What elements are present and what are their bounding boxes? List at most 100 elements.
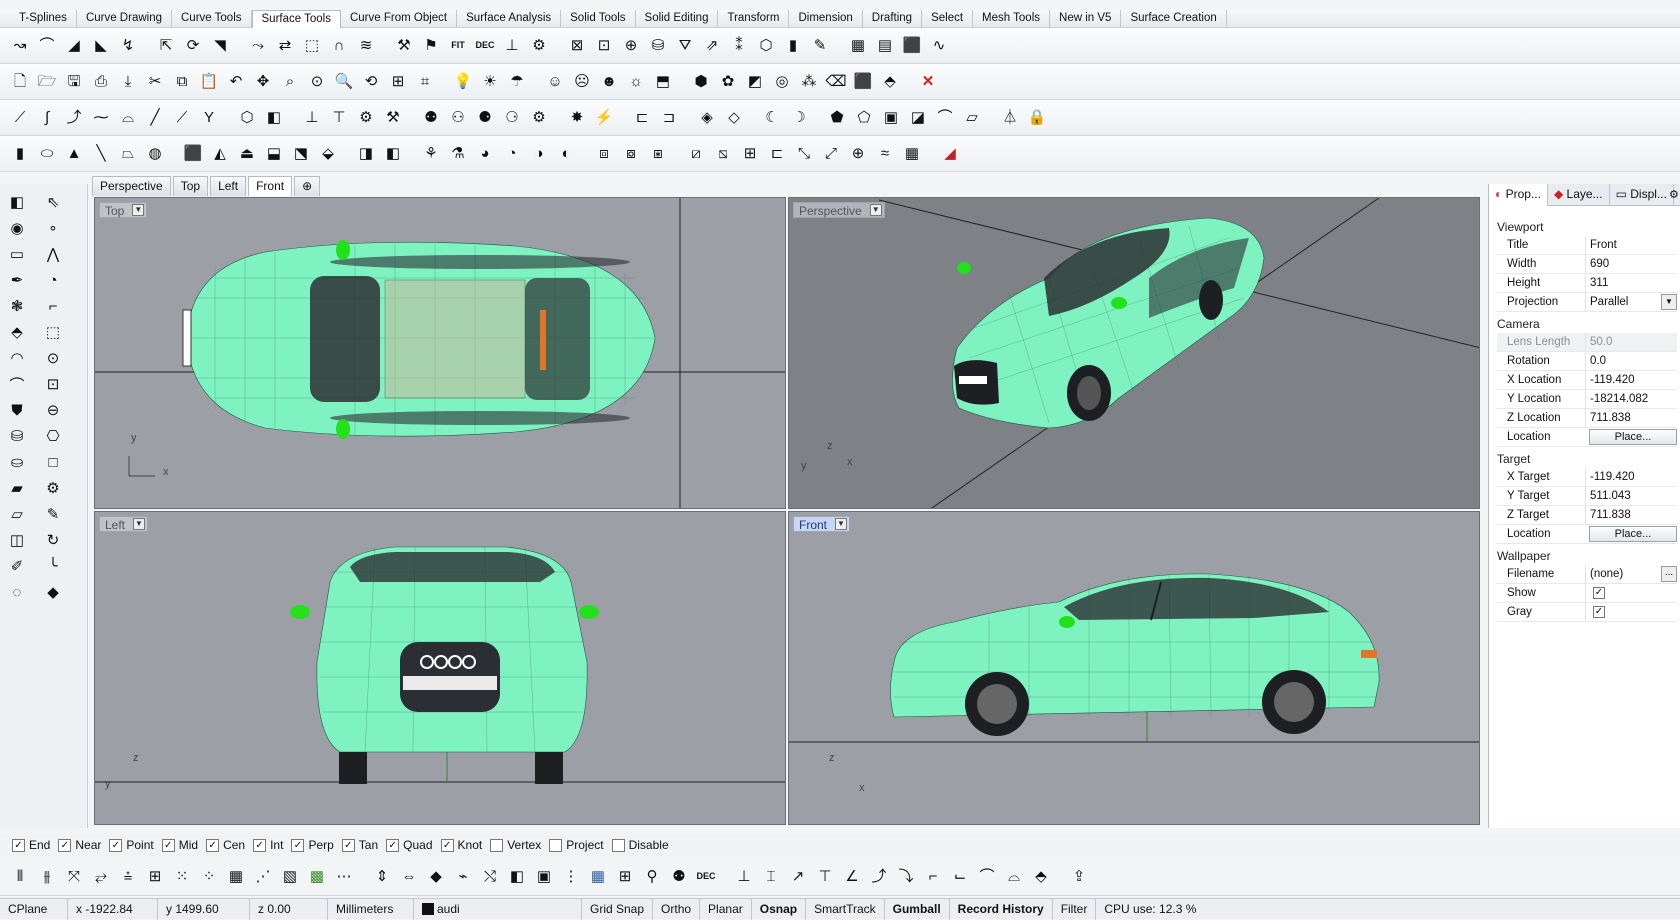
prop-row-show[interactable]: Show ✓ bbox=[1497, 584, 1677, 603]
analysis-icon[interactable]: ⁂ bbox=[797, 70, 821, 94]
solid-edit-icon[interactable]: ⬔ bbox=[289, 142, 313, 166]
circle-tool-icon[interactable]: ◔ bbox=[40, 268, 66, 292]
brush-icon[interactable]: ✒ bbox=[4, 268, 30, 292]
osnap-vertex[interactable]: Vertex bbox=[490, 838, 541, 852]
boolean-two-icon[interactable]: ◑ bbox=[527, 142, 551, 166]
moon-icon[interactable]: ☾ bbox=[760, 106, 784, 130]
tab-transform[interactable]: Transform bbox=[718, 10, 790, 28]
polyline-icon[interactable]: ⟋ bbox=[8, 106, 32, 130]
grid-icon[interactable]: ▦ bbox=[846, 34, 870, 58]
polygon-tool-icon[interactable]: ⊡ bbox=[40, 372, 66, 396]
tab-display[interactable]: ▭ Displ... bbox=[1610, 184, 1674, 206]
osnap-disable[interactable]: Disable bbox=[611, 838, 669, 852]
hook-alt-icon[interactable]: ⌙ bbox=[948, 865, 972, 889]
prop-row-z-target[interactable]: Z Target 711.838 bbox=[1497, 506, 1677, 525]
arc-bottom-alt-icon[interactable]: ⌓ bbox=[1002, 865, 1026, 889]
tab-curve-drawing[interactable]: Curve Drawing bbox=[77, 10, 172, 28]
dimension-icon[interactable]: ⊥ bbox=[732, 865, 756, 889]
pipe-icon[interactable]: ╲ bbox=[89, 142, 113, 166]
prop-row-y-location[interactable]: Y Location -18214.082 bbox=[1497, 390, 1677, 409]
status-ortho[interactable]: Ortho bbox=[653, 898, 701, 920]
browse-button[interactable]: ... bbox=[1661, 566, 1677, 582]
match-surface-icon[interactable]: ⤳ bbox=[246, 34, 270, 58]
offset-surface-icon[interactable]: ◣ bbox=[89, 34, 113, 58]
shell-icon[interactable]: ⬓ bbox=[262, 142, 286, 166]
cut-tool-icon[interactable]: ◌ bbox=[4, 580, 30, 604]
fillet-edge-icon[interactable]: ◨ bbox=[354, 142, 378, 166]
cube-blue-icon[interactable]: ◆ bbox=[40, 580, 66, 604]
status-cplane[interactable]: CPlane bbox=[0, 898, 68, 920]
lock-icon[interactable]: ☻ bbox=[597, 70, 621, 94]
extrude-surface-icon[interactable]: ⊤ bbox=[327, 106, 351, 130]
chamfer-surface-icon[interactable]: ◢ bbox=[62, 34, 86, 58]
uv-icon[interactable]: ⁑ bbox=[727, 34, 751, 58]
chevron-down-icon[interactable]: ▼ bbox=[869, 204, 882, 216]
prop-row-y-target[interactable]: Y Target 511.043 bbox=[1497, 487, 1677, 506]
osnap-checkbox[interactable]: ✓ bbox=[12, 838, 25, 852]
shaded-icon[interactable]: ◩ bbox=[743, 70, 767, 94]
solid-icon[interactable]: ⬙ bbox=[316, 142, 340, 166]
tab-solid-editing[interactable]: Solid Editing bbox=[636, 10, 719, 28]
rotate-tool-icon[interactable]: ↻ bbox=[40, 528, 66, 552]
osnap-checkbox[interactable]: ✓ bbox=[440, 838, 454, 852]
osnap-checkbox[interactable]: ✓ bbox=[109, 838, 123, 852]
chevron-down-icon[interactable]: ▼ bbox=[132, 204, 145, 216]
unroll-icon[interactable]: ⚒ bbox=[392, 34, 416, 58]
viewport-tab-top[interactable]: Top bbox=[172, 176, 209, 196]
arc-tool-icon[interactable]: ◠ bbox=[4, 346, 30, 370]
gray-checkbox[interactable]: ✓ bbox=[1593, 606, 1605, 618]
viewport-perspective[interactable]: Perspective ▼ z y x bbox=[788, 197, 1480, 509]
cylinder-icon[interactable]: ▮ bbox=[8, 142, 32, 166]
gear-tool-icon[interactable]: ⚙ bbox=[40, 476, 66, 500]
mirror-icon[interactable]: ◈ bbox=[695, 106, 719, 130]
boolean-rev-icon[interactable]: ◐ bbox=[554, 142, 578, 166]
osnap-point[interactable]: ✓ Point bbox=[109, 838, 154, 852]
print-icon[interactable]: ⎙ bbox=[89, 70, 113, 94]
scale-1d-icon[interactable]: ⇕ bbox=[370, 865, 394, 889]
select-all-icon[interactable]: ⬒ bbox=[651, 70, 675, 94]
tab-t-splines[interactable]: T-Splines bbox=[10, 10, 77, 28]
history-icon[interactable]: ⬛ bbox=[900, 34, 924, 58]
edit-points-icon[interactable]: ⚙ bbox=[527, 106, 551, 130]
join-icon[interactable]: ⚡ bbox=[592, 106, 616, 130]
tab-select[interactable]: Select bbox=[922, 10, 974, 28]
trim-icon[interactable]: ⊠ bbox=[565, 34, 589, 58]
viewport-tab-front[interactable]: Front bbox=[248, 176, 293, 196]
ungroup-icon[interactable]: ⊐ bbox=[657, 106, 681, 130]
osnap-checkbox[interactable] bbox=[490, 838, 504, 852]
dec-icon[interactable]: DEC bbox=[473, 34, 497, 58]
osnap-checkbox[interactable]: ✓ bbox=[161, 838, 175, 852]
mesh-icon[interactable]: ▦ bbox=[900, 142, 924, 166]
gear-icon[interactable]: ⚙ bbox=[1669, 188, 1679, 201]
circle-point-icon[interactable]: ⊙ bbox=[40, 346, 66, 370]
tab-new-in-v5[interactable]: New in V5 bbox=[1050, 10, 1122, 28]
cube-side-icon[interactable]: ◧ bbox=[4, 190, 30, 214]
arc-icon[interactable]: ⌒ bbox=[933, 106, 957, 130]
status-grid-snap[interactable]: Grid Snap bbox=[582, 898, 654, 920]
scale-icon[interactable]: ⊕ bbox=[846, 142, 870, 166]
pyramid-icon[interactable]: ◭ bbox=[208, 142, 232, 166]
viewport-label-front[interactable]: Front ▼ bbox=[793, 516, 851, 532]
new-file-icon[interactable]: 🗋 bbox=[8, 70, 32, 94]
polar-icon[interactable]: ⋯ bbox=[332, 865, 356, 889]
boolean-difference-icon[interactable]: ◕ bbox=[473, 142, 497, 166]
change-degree-icon[interactable]: ⚙ bbox=[527, 34, 551, 58]
cone-icon[interactable]: ⏃ bbox=[998, 106, 1022, 130]
curve-icon[interactable]: ∫ bbox=[35, 106, 59, 130]
smash-icon[interactable]: ⚑ bbox=[419, 34, 443, 58]
cylinder-tool-icon[interactable]: ⛊ bbox=[4, 398, 30, 422]
cap-icon[interactable]: ⏏ bbox=[235, 142, 259, 166]
table-icon[interactable]: ⊞ bbox=[738, 142, 762, 166]
osnap-knot[interactable]: ✓ Knot bbox=[440, 838, 482, 852]
eraser-icon[interactable]: ⌫ bbox=[824, 70, 848, 94]
status-filter[interactable]: Filter bbox=[1053, 898, 1097, 920]
solid-box-icon[interactable]: ◧ bbox=[262, 106, 286, 130]
surface-network-icon[interactable]: ⬟ bbox=[825, 106, 849, 130]
layers-solid-icon[interactable]: ⧆ bbox=[646, 142, 670, 166]
tag-icon[interactable]: ⬘ bbox=[878, 70, 902, 94]
cut-icon[interactable]: ✂ bbox=[143, 70, 167, 94]
bracket-icon[interactable]: ⌶ bbox=[759, 865, 783, 889]
light-bulb-icon[interactable]: ☀ bbox=[478, 70, 502, 94]
viewport-tab-perspective[interactable]: Perspective bbox=[92, 176, 171, 196]
handle-curve-icon[interactable]: ⌓ bbox=[116, 106, 140, 130]
